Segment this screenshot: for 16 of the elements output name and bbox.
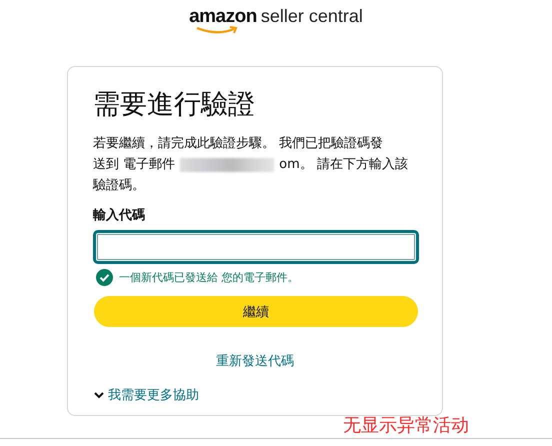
logo-product-name: seller central: [260, 6, 363, 27]
instruction-text: 送到 電子郵件: [93, 156, 176, 174]
page-title: 需要進行驗證: [93, 88, 256, 122]
help-toggle[interactable]: 我需要更多協助: [93, 386, 199, 404]
check-circle-icon: [96, 269, 113, 286]
logo-wordmark: amazon: [189, 6, 257, 28]
field-label: 輸入代碼: [93, 206, 146, 224]
instruction-text: 驗證碼。: [93, 177, 145, 195]
code-input-field[interactable]: [93, 230, 419, 264]
smile-arrow-icon: [195, 26, 240, 35]
resend-code-link[interactable]: 重新發送代碼: [216, 352, 294, 370]
annotation-text: 无显示异常活动: [343, 414, 469, 437]
continue-button[interactable]: 繼續: [94, 296, 418, 327]
instruction-text: om。 請在下方輸入該: [279, 156, 408, 174]
success-message: 一個新代碼已發送給 您的電子郵件。: [119, 270, 298, 285]
instruction-text: 若要繼續，請完成此驗證步驟。 我們已把驗證碼發: [93, 135, 384, 153]
